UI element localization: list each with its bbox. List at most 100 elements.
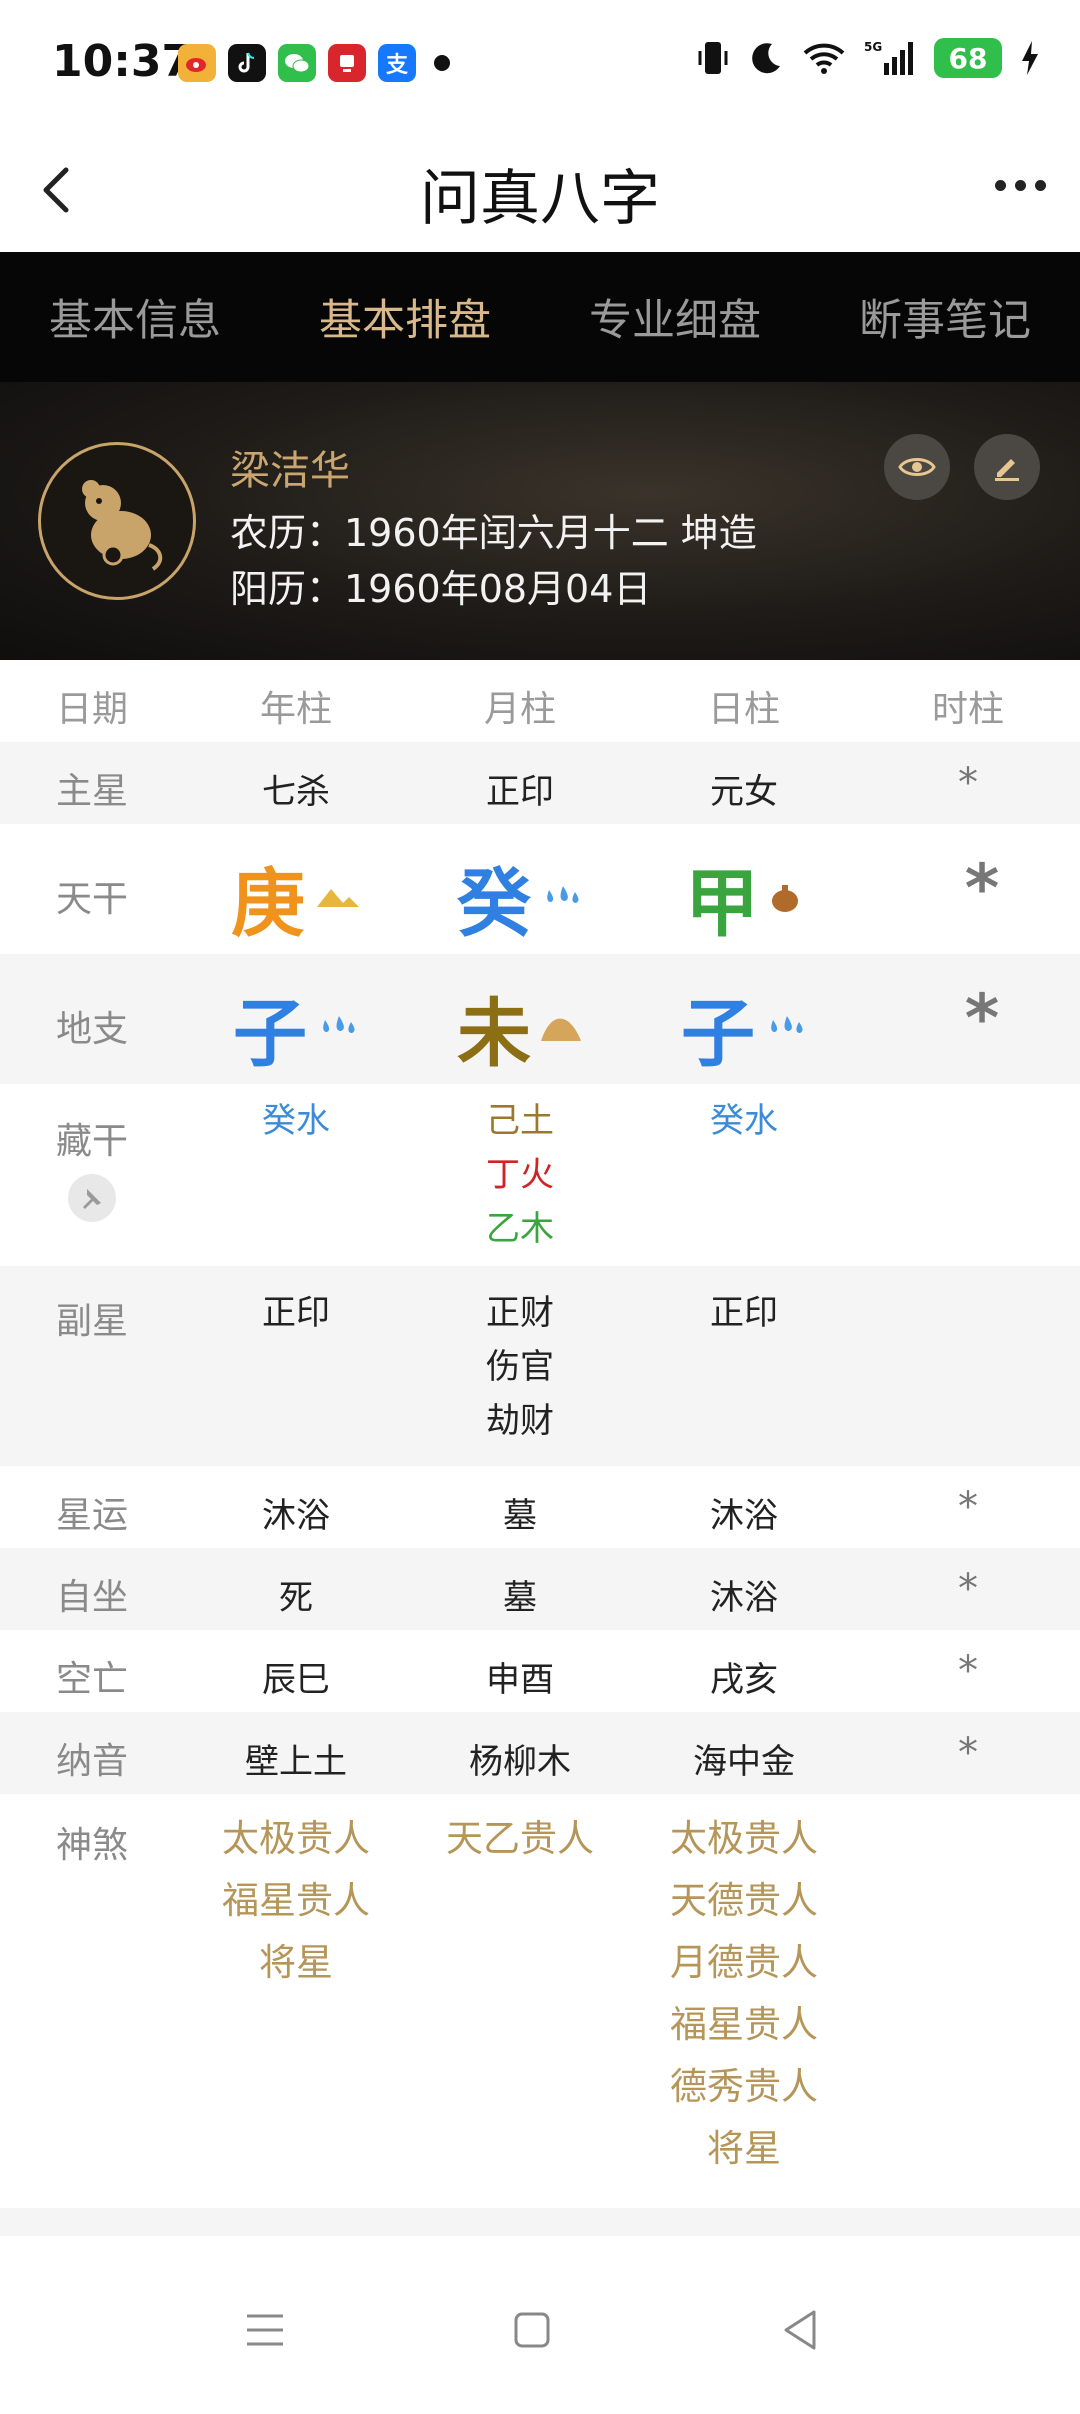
system-nav-bar: [0, 2240, 1080, 2414]
charging-icon: [1022, 41, 1038, 75]
fuxing-day: 正印: [632, 1286, 856, 1340]
stem-char: 甲: [685, 861, 759, 947]
tab-basic-info[interactable]: 基本信息: [0, 252, 270, 382]
nayin-hour: *: [958, 1730, 978, 1776]
tiangan-hour: *: [964, 850, 1000, 927]
metal-element-icon: [317, 888, 359, 907]
shensha-item[interactable]: 将星: [184, 1932, 408, 1994]
zizuo-day: 沐浴: [710, 1578, 778, 1618]
stem-char: 癸: [457, 861, 531, 947]
table-footer-divider: [0, 2208, 1080, 2236]
kongwang-month: 申酉: [486, 1660, 554, 1700]
tiangan-day: 甲: [632, 844, 856, 951]
stem-char: 庚: [231, 861, 305, 947]
row-canggan: 藏干 癸水 己土 丁火 乙木 癸水: [0, 1084, 1080, 1266]
notification-icons: 支: [178, 44, 450, 82]
shensha-item[interactable]: 福星贵人: [632, 1994, 856, 2056]
water-element-icon: [323, 1015, 355, 1033]
shensha-item[interactable]: 太极贵人: [632, 1808, 856, 1870]
water-element-icon: [547, 885, 579, 903]
row-tiangan: 天干 庚 癸 甲 *: [0, 824, 1080, 954]
wechat-icon: [278, 44, 316, 82]
row-label: 天干: [55, 879, 128, 920]
nayin-year: 壁上土: [245, 1742, 347, 1782]
nayin-month: 杨柳木: [469, 1742, 571, 1782]
zodiac-rat-avatar: [38, 442, 196, 600]
zizuo-year: 死: [279, 1578, 313, 1618]
pin-icon: [83, 1189, 101, 1209]
branch-char: 子: [681, 991, 755, 1077]
row-fuxing: 副星 正印 正财 伤官 劫财 正印: [0, 1266, 1080, 1466]
kongwang-day: 戌亥: [710, 1660, 778, 1700]
securities-app-icon: [328, 44, 366, 82]
more-notifications-dot: [434, 55, 450, 71]
moon-icon: [752, 43, 780, 74]
main-star-hour: *: [958, 760, 978, 806]
dizhi-day: 子: [632, 974, 856, 1081]
page-title: 问真八字: [420, 164, 660, 234]
home-button[interactable]: [492, 2290, 572, 2370]
sub-star: 伤官: [486, 1347, 554, 1387]
row-kongwang: 空亡 辰巳 申酉 戌亥 *: [0, 1630, 1080, 1712]
xingyun-year: 沐浴: [262, 1496, 330, 1536]
shensha-year: 太极贵人 福星贵人 将星: [184, 1808, 408, 1994]
fuxing-month: 正财 伤官 劫财: [408, 1286, 632, 1448]
more-button[interactable]: [995, 180, 1046, 191]
dizhi-hour: *: [964, 980, 1000, 1057]
canggan-year: 癸水: [184, 1094, 408, 1148]
header-month-pillar: 月柱: [483, 689, 556, 730]
shensha-item[interactable]: 德秀贵人: [632, 2056, 856, 2118]
xingyun-hour: *: [958, 1484, 978, 1530]
wood-element-icon: [772, 884, 798, 912]
xingyun-month: 墓: [503, 1496, 537, 1536]
row-shensha: 神煞 太极贵人 福星贵人 将星 天乙贵人 太极贵人 天德贵人 月德贵人 福星贵人…: [0, 1794, 1080, 2208]
more-icon: [995, 180, 1006, 191]
header-year-pillar: 年柱: [259, 689, 332, 730]
sub-star: 正财: [486, 1293, 554, 1333]
fuxing-year: 正印: [184, 1286, 408, 1340]
row-label: 主星: [55, 771, 128, 812]
header-day-pillar: 日柱: [707, 689, 780, 730]
wifi-icon: [803, 43, 845, 74]
shensha-item[interactable]: 月德贵人: [632, 1932, 856, 1994]
shensha-item[interactable]: 天乙贵人: [408, 1808, 632, 1870]
zizuo-month: 墓: [503, 1578, 537, 1618]
tab-professional-detail[interactable]: 专业细盘: [540, 252, 810, 382]
branch-char: 子: [233, 991, 307, 1077]
pin-button[interactable]: [68, 1174, 116, 1222]
nayin-day: 海中金: [693, 1742, 795, 1782]
dizhi-year: 子: [184, 974, 408, 1081]
back-triangle-icon: [784, 2310, 816, 2350]
eye-icon: [898, 458, 936, 476]
edit-button[interactable]: [974, 434, 1040, 500]
hidden-stem: 丁火: [486, 1155, 554, 1195]
row-label: 地支: [55, 1009, 128, 1050]
status-bar: 10:37 支 5G 68: [0, 0, 1080, 128]
row-main-star: 主星 七杀 正印 元女 *: [0, 742, 1080, 824]
shensha-item[interactable]: 福星贵人: [184, 1870, 408, 1932]
tab-basic-chart[interactable]: 基本排盘: [270, 252, 540, 382]
kongwang-hour: *: [958, 1648, 978, 1694]
canggan-day: 癸水: [632, 1094, 856, 1148]
sub-star: 正印: [262, 1293, 330, 1333]
header-hour-pillar: 时柱: [931, 689, 1004, 730]
table-header-row: 日期 年柱 月柱 日柱 时柱: [0, 660, 1080, 742]
shensha-item[interactable]: 太极贵人: [184, 1808, 408, 1870]
lunar-date: 农历：1960年闰六月十二 坤造: [230, 511, 757, 555]
row-label: 星运: [55, 1495, 128, 1536]
row-nayin: 纳音 壁上土 杨柳木 海中金 *: [0, 1712, 1080, 1794]
row-label: 空亡: [55, 1659, 128, 1700]
tiangan-year: 庚: [184, 844, 408, 951]
shensha-item[interactable]: 天德贵人: [632, 1870, 856, 1932]
tiktok-icon: [228, 44, 266, 82]
recent-apps-button[interactable]: [225, 2290, 305, 2370]
system-indicators: 5G 68: [696, 38, 1040, 78]
dizhi-month: 未: [408, 974, 632, 1081]
weibo-icon: [178, 44, 216, 82]
shensha-item[interactable]: 将星: [632, 2118, 856, 2180]
tab-notes[interactable]: 断事笔记: [810, 252, 1080, 382]
shensha-day: 太极贵人 天德贵人 月德贵人 福星贵人 德秀贵人 将星: [632, 1808, 856, 2180]
back-nav-button[interactable]: [760, 2290, 840, 2370]
toggle-visibility-button[interactable]: [884, 434, 950, 500]
hidden-stem: 癸水: [710, 1101, 778, 1141]
